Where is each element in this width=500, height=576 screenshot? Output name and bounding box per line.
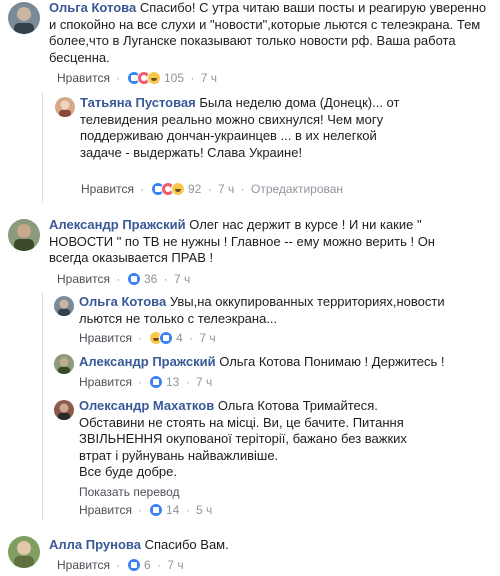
reactions-icon[interactable] <box>150 182 185 196</box>
comment-actions: Нравится · 36 · 7 ч <box>57 272 191 286</box>
avatar[interactable] <box>54 400 74 420</box>
comment-text: Ольга Котова Понимаю ! Держитесь ! <box>219 354 445 369</box>
reaction-count[interactable]: 36 <box>144 272 157 286</box>
timestamp[interactable]: 7 ч <box>201 71 217 85</box>
reply-thread-line <box>42 292 43 520</box>
avatar[interactable] <box>54 296 74 316</box>
comment-text: Спасибо Вам. <box>144 537 229 552</box>
like-link[interactable]: Нравится <box>57 558 110 572</box>
timestamp[interactable]: 7 ч <box>199 331 215 345</box>
comment-author[interactable]: Александр Пражский <box>79 354 216 369</box>
reaction-count[interactable]: 14 <box>166 503 179 517</box>
reactions-icon[interactable] <box>148 503 163 517</box>
see-translation-link[interactable]: Показать перевод <box>79 485 180 499</box>
comment: Александр Пражский Олег нас держит в кур… <box>49 217 474 267</box>
comment-actions: Нравится · 4 · 7 ч <box>79 331 216 345</box>
comment: Олександр Махатков Ольга Котова Тримайте… <box>79 398 409 481</box>
reaction-count[interactable]: 4 <box>176 331 183 345</box>
like-link[interactable]: Нравится <box>79 375 132 389</box>
reactions-icon[interactable] <box>148 375 163 389</box>
timestamp[interactable]: 7 ч <box>167 558 183 572</box>
comment-actions: Нравится · 92 · 7 ч · Отредактирован <box>81 182 344 196</box>
like-link[interactable]: Нравится <box>57 272 110 286</box>
timestamp[interactable]: 5 ч <box>196 503 212 517</box>
comment-text-line: Все буде добре. <box>79 464 178 479</box>
reactions-icon[interactable] <box>126 272 141 286</box>
comment: Ольга Котова Увы,на оккупированных терри… <box>79 294 479 327</box>
reactions-icon[interactable] <box>126 71 161 85</box>
comment-author[interactable]: Александр Пражский <box>49 217 186 232</box>
avatar[interactable] <box>8 2 40 34</box>
avatar[interactable] <box>55 97 75 117</box>
reactions-icon[interactable] <box>126 558 141 572</box>
comment: Татьяна Пустовая Была неделю дома (Донец… <box>80 95 415 161</box>
avatar[interactable] <box>8 219 40 251</box>
avatar[interactable] <box>54 354 74 374</box>
comment-author[interactable]: Ольга Котова <box>49 0 136 15</box>
like-link[interactable]: Нравится <box>57 71 110 85</box>
avatar[interactable] <box>8 536 40 568</box>
comment-actions: Нравится · 6 · 7 ч <box>57 558 184 572</box>
comment-actions: Нравится · 105 · 7 ч <box>57 71 217 85</box>
comment-actions: Нравится · 13 · 7 ч <box>79 375 213 389</box>
reply-thread-line <box>42 92 43 202</box>
reaction-count[interactable]: 105 <box>164 71 184 85</box>
comment-author[interactable]: Татьяна Пустовая <box>80 95 196 110</box>
comment: Алла Прунова Спасибо Вам. <box>49 537 469 554</box>
like-link[interactable]: Нравится <box>81 182 134 196</box>
comment-actions: Нравится · 14 · 5 ч <box>79 503 213 517</box>
comment: Ольга Котова Спасибо! С утра читаю ваши … <box>49 0 489 66</box>
like-link[interactable]: Нравится <box>79 331 132 345</box>
comment-author[interactable]: Олександр Махатков <box>79 398 214 413</box>
reaction-count[interactable]: 13 <box>166 375 179 389</box>
comment-author[interactable]: Ольга Котова <box>79 294 166 309</box>
reaction-count[interactable]: 92 <box>188 182 201 196</box>
comment: Александр Пражский Ольга Котова Понимаю … <box>79 354 489 371</box>
reactions-icon[interactable] <box>148 331 173 345</box>
timestamp[interactable]: 7 ч <box>196 375 212 389</box>
timestamp[interactable]: 7 ч <box>218 182 234 196</box>
timestamp[interactable]: 7 ч <box>174 272 190 286</box>
edited-label[interactable]: Отредактирован <box>251 182 343 196</box>
like-link[interactable]: Нравится <box>79 503 132 517</box>
reaction-count[interactable]: 6 <box>144 558 151 572</box>
comment-author[interactable]: Алла Прунова <box>49 537 141 552</box>
